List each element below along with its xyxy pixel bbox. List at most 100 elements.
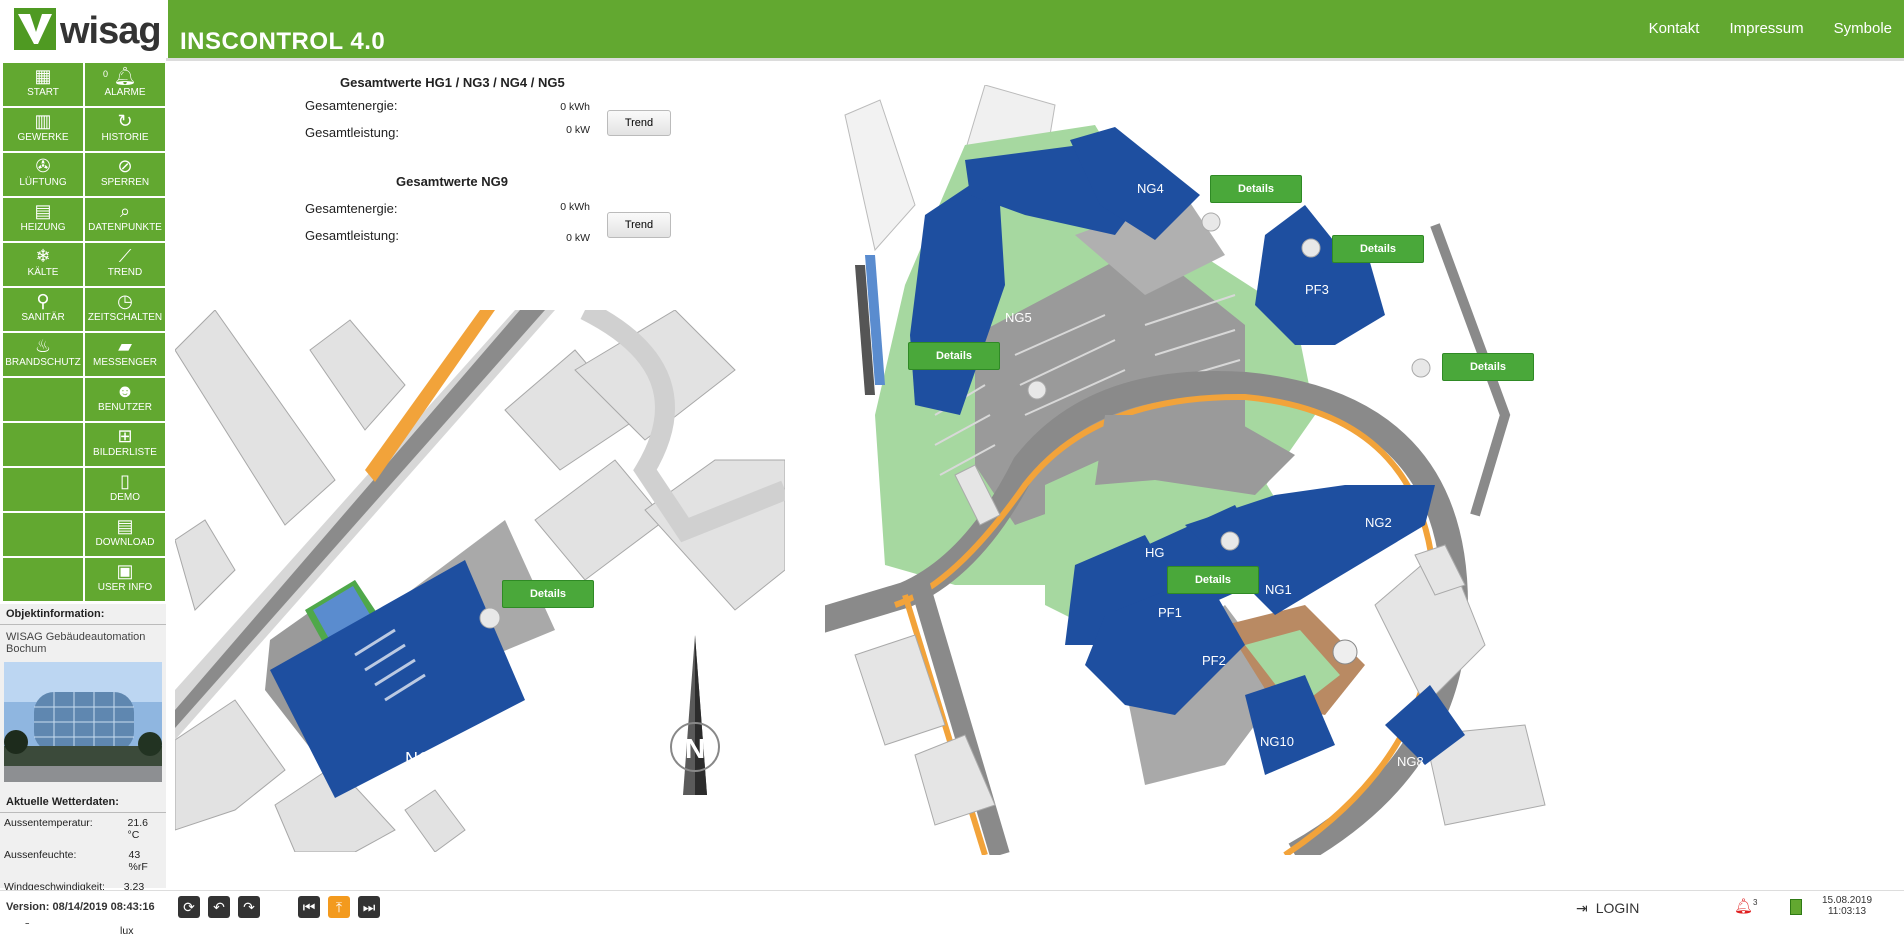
sidebar-item-datenpunkte[interactable]: ⌕ DATENPUNKTE xyxy=(85,198,165,241)
sidebar-item-zeitschalten[interactable]: ◷ ZEITSCHALTEN xyxy=(85,288,165,331)
upload-icon[interactable]: ⤒ xyxy=(328,896,350,918)
group1-trend-button[interactable]: Trend xyxy=(607,110,671,136)
north-label: N xyxy=(685,733,705,764)
sidebar-item-historie[interactable]: ↻ HISTORIE xyxy=(85,108,165,151)
sidebar-item-brandschutz[interactable]: ♨ BRANDSCHUTZ xyxy=(3,333,83,376)
sidebar-item-user-info[interactable]: ▣ USER INFO xyxy=(85,558,165,601)
details-button-hg[interactable]: Details xyxy=(1167,566,1259,594)
alarm-count-badge: 0 xyxy=(103,69,109,79)
sidebar-empty-tile xyxy=(3,423,83,466)
app-header: wisag INSCONTROL 4.0 Kontakt Impressum S… xyxy=(0,0,1904,58)
sidebar-item-sperren[interactable]: ⊘ SPERREN xyxy=(85,153,165,196)
group1-power-value: 0 kW xyxy=(566,124,590,136)
door-icon: ▯ xyxy=(120,471,130,491)
building-photo xyxy=(4,662,162,782)
faucet-icon: ⚲ xyxy=(36,291,50,311)
flame-icon: ♨ xyxy=(34,336,52,356)
weather-row: Aussenfeuchte: 43 %rF xyxy=(4,849,148,873)
weather-row: Aussentemperatur: 21.6 °C xyxy=(4,817,148,841)
snowflake-icon: ❄ xyxy=(35,246,51,266)
bell-icon: 🔔︎ xyxy=(113,66,137,86)
logo-text: wisag xyxy=(60,10,162,52)
login-button[interactable]: ⇥ LOGIN xyxy=(1576,900,1639,917)
group2-power-label: Gesamtleistung: xyxy=(305,228,399,243)
group1-power-label: Gesamtleistung: xyxy=(305,125,399,140)
details-button-ng4[interactable]: Details xyxy=(1210,175,1302,203)
users-icon: ☻ xyxy=(115,381,135,401)
sidebar-item-sanitaer[interactable]: ⚲ SANITÄR xyxy=(3,288,83,331)
details-button-pf3[interactable]: Details xyxy=(1332,235,1424,263)
building-label-pf2: PF2 xyxy=(1202,653,1226,668)
weather-title: Aktuelle Wetterdaten: xyxy=(0,792,166,813)
sidebar-item-lueftung[interactable]: ✇ LÜFTUNG xyxy=(3,153,83,196)
group1-energy-value: 0 kWh xyxy=(560,101,590,113)
sidebar-item-benutzer[interactable]: ☻ BENUTZER xyxy=(85,378,165,421)
sidebar-item-heizung[interactable]: ▤ HEIZUNG xyxy=(3,198,83,241)
details-button-ng3[interactable]: Details xyxy=(1442,353,1534,381)
sidebar-item-bilderliste[interactable]: ⊞ BILDERLISTE xyxy=(85,423,165,466)
group1-title: Gesamtwerte HG1 / NG3 / NG4 / NG5 xyxy=(340,75,565,90)
sidebar-empty-tile xyxy=(3,513,83,556)
building-icon: ▥ xyxy=(34,111,52,131)
radiator-icon: ▤ xyxy=(34,201,52,221)
building-label-pf1: PF1 xyxy=(1158,605,1182,620)
trend-chart-icon: ⟋ xyxy=(118,246,132,266)
object-name: WISAG Gebäudeautomation Bochum xyxy=(6,631,146,655)
nav-kontakt[interactable]: Kontakt xyxy=(1649,20,1700,37)
object-info-panel: Objektinformation: WISAG Gebäudeautomati… xyxy=(0,604,166,937)
top-nav: Kontakt Impressum Symbole xyxy=(1649,20,1892,37)
sidebar: ▦ START ▥ GEWERKE ✇ LÜFTUNG ▤ HEIZUNG ❄ KÄLTE… xyxy=(0,61,166,601)
building-label-ng3: NG3 xyxy=(1373,329,1400,344)
footer-bar: Version: 08/14/2019 08:43:16 ⟳ ↶ ↷ ⏮ ⤒ ⏭… xyxy=(0,890,1904,923)
app-title: INSCONTROL 4.0 xyxy=(180,28,386,55)
sidebar-item-kaelte[interactable]: ❄ KÄLTE xyxy=(3,243,83,286)
last-page-icon[interactable]: ⏭ xyxy=(358,896,380,918)
alarm-bell-icon[interactable]: 🔔︎3 xyxy=(1734,897,1758,915)
details-button-ng9[interactable]: Details xyxy=(502,580,594,608)
search-chart-icon: ⌕ xyxy=(119,201,131,221)
undo-icon[interactable]: ↶ xyxy=(208,896,230,918)
building-label-ng1: NG1 xyxy=(1265,582,1292,597)
date-time: 15.08.2019 11:03:13 xyxy=(1822,895,1873,917)
logo-mark-icon xyxy=(14,8,56,50)
building-label-ng10: NG10 xyxy=(1260,734,1294,749)
refresh-icon[interactable]: ⟳ xyxy=(178,896,200,918)
sidebar-empty-tile xyxy=(3,468,83,511)
login-icon: ⇥ xyxy=(1576,900,1588,916)
sidebar-empty-tile xyxy=(3,378,83,421)
building-label-ng4: NG4 xyxy=(1137,181,1164,196)
sidebar-item-download[interactable]: ▤ DOWNLOAD xyxy=(85,513,165,556)
status-ok-icon xyxy=(1790,899,1802,915)
redo-icon[interactable]: ↷ xyxy=(238,896,260,918)
building-label-ng5: NG5 xyxy=(1005,310,1032,325)
sidebar-item-alarme[interactable]: 0 🔔︎ ALARME xyxy=(85,63,165,106)
sidebar-item-messenger[interactable]: ▰ MESSENGER xyxy=(85,333,165,376)
object-info-title: Objektinformation: xyxy=(0,604,166,625)
alarm-count: 3 xyxy=(1753,898,1758,907)
header-divider xyxy=(166,58,1904,61)
version-text: Version: 08/14/2019 08:43:16 xyxy=(6,901,155,913)
nav-impressum[interactable]: Impressum xyxy=(1729,20,1803,37)
sidebar-item-gewerke[interactable]: ▥ GEWERKE xyxy=(3,108,83,151)
clock-icon: ◷ xyxy=(117,291,133,311)
building-label-pf3: PF3 xyxy=(1305,282,1329,297)
sidebar-item-demo[interactable]: ▯ DEMO xyxy=(85,468,165,511)
wisag-logo[interactable]: wisag xyxy=(0,0,168,58)
building-label-ng8: NG8 xyxy=(1397,754,1424,769)
details-button-ng5[interactable]: Details xyxy=(908,342,1000,370)
building-label-hg: HG xyxy=(1145,545,1165,560)
group2-title: Gesamtwerte NG9 xyxy=(396,174,508,189)
fan-icon: ✇ xyxy=(35,156,51,176)
group2-energy-label: Gesamtenergie: xyxy=(305,201,398,216)
sidebar-item-trend[interactable]: ⟋ TREND xyxy=(85,243,165,286)
sidebar-empty-tile xyxy=(3,558,83,601)
document-icon: ▤ xyxy=(116,516,134,536)
group2-trend-button[interactable]: Trend xyxy=(607,212,671,238)
sitemap-icon: ⊞ xyxy=(117,426,133,446)
building-label-ng9: NG9 xyxy=(405,749,442,769)
first-page-icon[interactable]: ⏮ xyxy=(298,896,320,918)
grid-icon: ▦ xyxy=(34,66,52,86)
bell-off-icon: ⊘ xyxy=(117,156,133,176)
nav-symbole[interactable]: Symbole xyxy=(1834,20,1892,37)
sidebar-item-start[interactable]: ▦ START xyxy=(3,63,83,106)
